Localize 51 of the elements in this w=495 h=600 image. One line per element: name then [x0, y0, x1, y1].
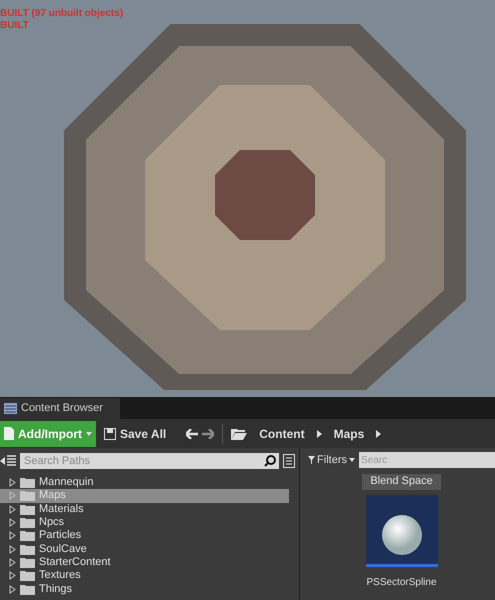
folder-name: Npcs	[39, 516, 64, 530]
tab-title: Content Browser	[21, 401, 103, 416]
folder-name: Maps	[39, 489, 66, 502]
folder-tree-item[interactable]: Materials	[0, 502, 290, 516]
search-paths-field[interactable]: Search Paths	[20, 453, 280, 469]
folder-tree-item[interactable]: Particles	[0, 529, 290, 542]
folder-icon	[20, 490, 35, 502]
breadcrumb-link[interactable]: Content	[259, 424, 305, 442]
folder-name: Mannequin	[39, 476, 94, 490]
blend-space-filter-chip[interactable]: Blend Space	[362, 474, 441, 490]
folder-tree-item[interactable]: SoulCave	[0, 542, 290, 556]
build-status-text: BUILT (97 unbuilt objects)	[0, 8, 124, 20]
folder-name: StarterContent	[39, 556, 111, 569]
sphere-icon	[380, 514, 423, 556]
folder-tree-item[interactable]: Things	[0, 582, 290, 596]
folder-tree-item[interactable]: Mannequin	[0, 476, 290, 490]
folder-name: Materials	[39, 502, 84, 516]
folder-icon	[20, 556, 35, 568]
folder-icon	[20, 544, 35, 555]
document-icon	[4, 427, 14, 440]
caret-icon	[349, 458, 355, 462]
folder-name: Particles	[39, 529, 82, 542]
folder-tree-item[interactable]: Textures	[0, 569, 290, 582]
folder-icon	[20, 530, 35, 542]
asset-search-field[interactable]: Searc	[359, 452, 495, 468]
folder-tree-item[interactable]: StarterContent	[0, 556, 290, 570]
folder-icon	[231, 428, 248, 440]
grid-icon	[4, 403, 17, 414]
collapse-panel-icon[interactable]	[0, 455, 16, 467]
filters-button[interactable]: Filters	[308, 452, 355, 468]
search-icon	[264, 455, 276, 467]
asset-name: PSSectorSpline	[366, 576, 437, 590]
save-all-button[interactable]: Save All	[100, 420, 170, 446]
folder-name: Things	[39, 582, 72, 596]
asset-thumbnail[interactable]	[366, 494, 438, 566]
view-options-icon[interactable]	[283, 454, 296, 468]
back-arrow-icon[interactable]	[186, 428, 198, 438]
folder-tree-item[interactable]: Npcs	[0, 516, 290, 530]
build-status-text: BUILT	[0, 20, 30, 32]
folder-name: SoulCave	[39, 542, 87, 556]
folder-name: Textures	[39, 569, 81, 582]
breadcrumb-arrow-icon[interactable]	[316, 430, 322, 438]
forward-arrow-icon[interactable]	[202, 428, 214, 438]
breadcrumb-link[interactable]: Maps	[334, 424, 364, 442]
caret-icon	[86, 432, 92, 436]
folder-icon	[20, 570, 35, 582]
folder-icon	[20, 584, 35, 595]
folder-icon	[20, 517, 35, 528]
funnel-icon	[308, 456, 316, 464]
breadcrumb-arrow-icon[interactable]	[376, 430, 382, 438]
content-browser-tab[interactable]: Content Browser	[0, 398, 120, 419]
